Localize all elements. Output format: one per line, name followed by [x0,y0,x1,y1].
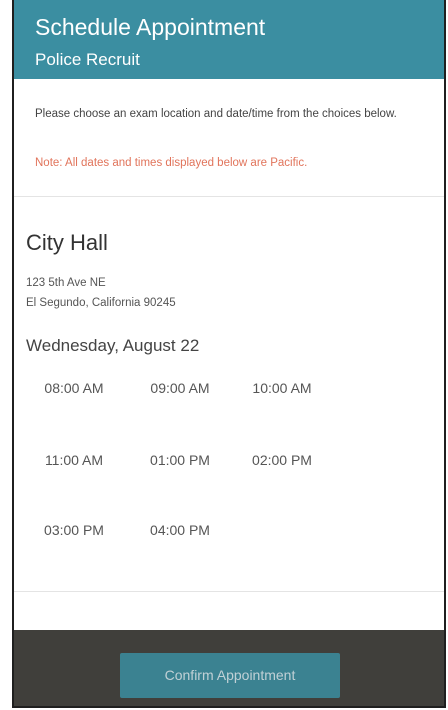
header-bar: Schedule Appointment Police Recruit [14,0,444,79]
address-line-1: 123 5th Ave NE [26,277,106,289]
location-name: City Hall [26,230,108,255]
page-title: Schedule Appointment [35,14,266,40]
time-slot[interactable]: 03:00 PM [28,515,120,545]
time-slot[interactable]: 08:00 AM [28,373,120,403]
time-slot[interactable]: 01:00 PM [134,445,226,475]
time-slot[interactable]: 02:00 PM [236,445,328,475]
appointment-panel: Schedule Appointment Police Recruit Plea… [12,0,446,708]
divider-bottom [14,591,444,592]
time-slot[interactable]: 04:00 PM [134,515,226,545]
address-line-2: El Segundo, California 90245 [26,297,176,309]
time-slot[interactable]: 11:00 AM [28,445,120,475]
page-subtitle: Police Recruit [35,50,140,69]
timezone-note: Note: All dates and times displayed belo… [35,157,308,169]
footer-bar: Confirm Appointment [14,630,444,706]
confirm-appointment-button[interactable]: Confirm Appointment [120,653,340,698]
divider-top [14,196,444,197]
time-slot[interactable]: 10:00 AM [236,373,328,403]
time-slot[interactable]: 09:00 AM [134,373,226,403]
appointment-date: Wednesday, August 22 [26,336,200,355]
instructions-text: Please choose an exam location and date/… [35,108,397,120]
